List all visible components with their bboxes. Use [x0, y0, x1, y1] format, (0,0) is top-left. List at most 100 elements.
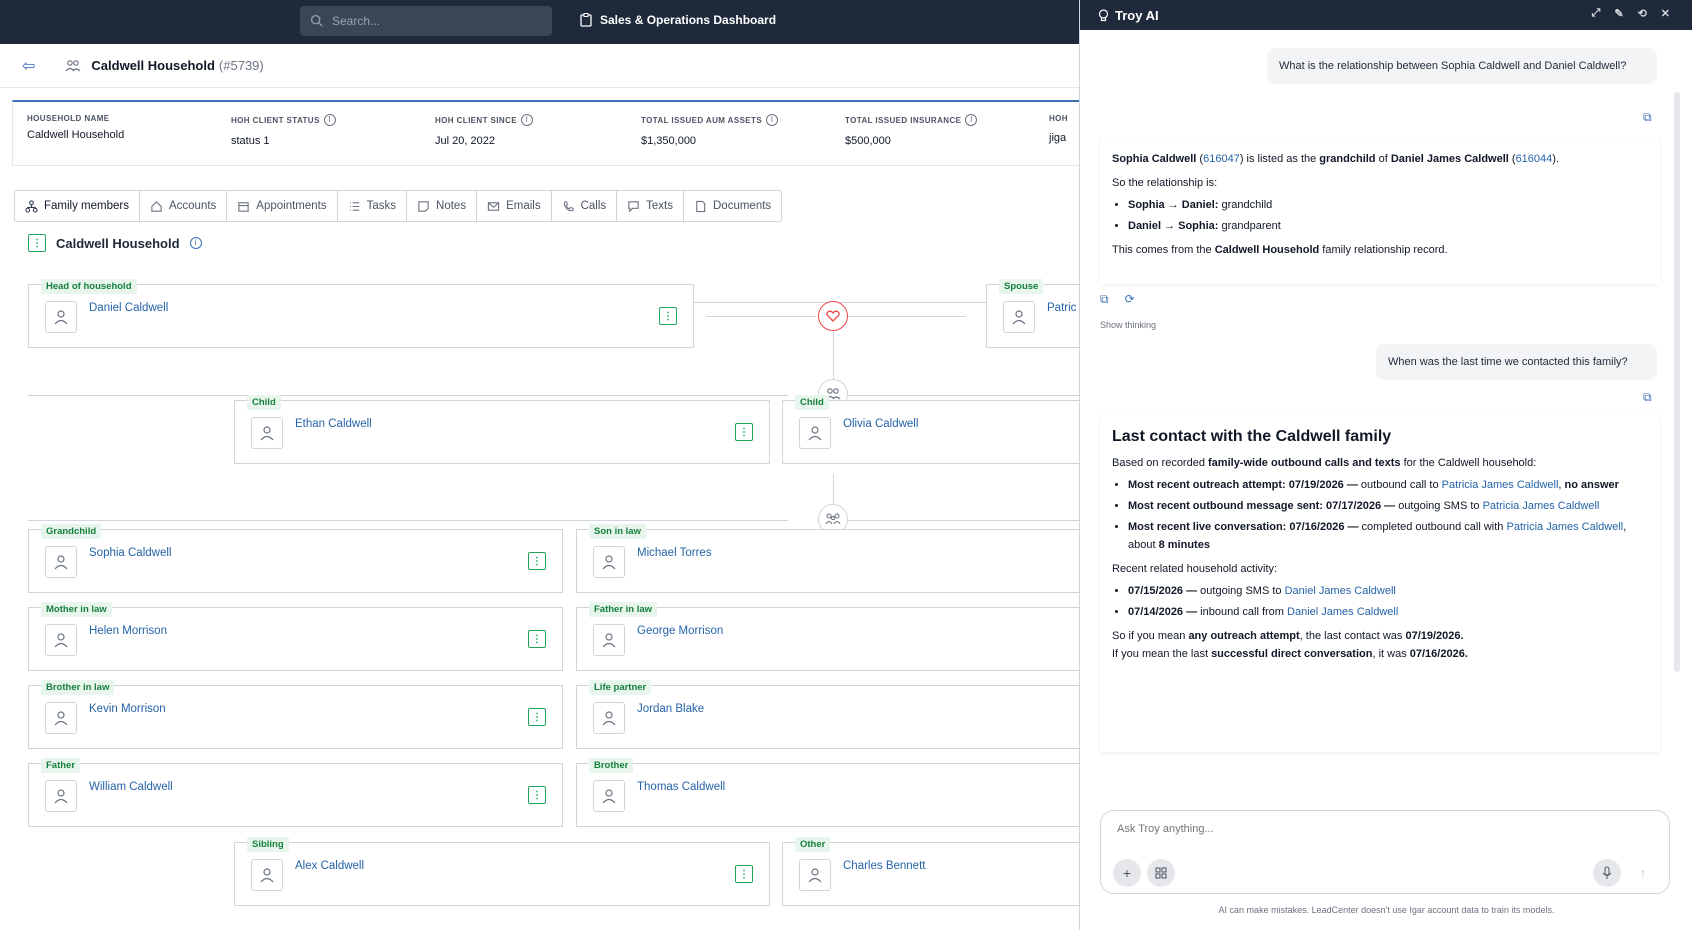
household-summary: Household name Caldwell Household HOH Cl…: [12, 100, 1080, 166]
text: Based on recorded: [1112, 457, 1209, 469]
tab-label: Emails: [506, 200, 541, 212]
person-icon: [799, 417, 831, 449]
member-card-sibling[interactable]: Sibling Alex Caldwell ⋮: [234, 837, 770, 906]
info-icon[interactable]: i: [323, 114, 336, 126]
more-options-icon[interactable]: ⋮: [528, 630, 546, 648]
member-name-link[interactable]: Patric: [1047, 302, 1076, 314]
tab-label: Notes: [436, 200, 467, 212]
add-icon[interactable]: +: [1113, 859, 1141, 887]
member-name-link[interactable]: Helen Morrison: [89, 625, 167, 637]
show-thinking-link[interactable]: Show thinking: [1100, 320, 1156, 330]
copy-icon[interactable]: ⧉: [1643, 390, 1652, 405]
role-tag: Mother in law: [41, 602, 112, 617]
expand-icon[interactable]: ⤢: [1592, 7, 1601, 20]
member-card-mother-in-law[interactable]: Mother in law Helen Morrison ⋮: [28, 602, 563, 671]
search-input[interactable]: Search...: [300, 6, 552, 36]
tab-family-members[interactable]: Family members: [15, 191, 140, 221]
tab-documents[interactable]: Documents: [684, 191, 781, 221]
edit-icon[interactable]: ✎: [1614, 7, 1623, 20]
member-card-hoh[interactable]: Head of household Daniel Caldwell ⋮: [28, 279, 694, 348]
member-name-link[interactable]: George Morrison: [637, 625, 723, 637]
tab-calls[interactable]: Calls: [552, 191, 618, 221]
close-icon[interactable]: ✕: [1661, 7, 1670, 20]
troy-ai-panel: Troy AI ⤢ ✎ ⟲ ✕ What is the relationship…: [1079, 0, 1692, 930]
member-name-link[interactable]: Alex Caldwell: [295, 860, 364, 872]
member-name-link[interactable]: Michael Torres: [637, 547, 712, 559]
bold-text: 07/14/2026 —: [1128, 606, 1198, 618]
tab-tasks[interactable]: Tasks: [338, 191, 408, 221]
user-message: When was the last time we contacted this…: [1376, 344, 1657, 380]
member-card-father-in-law[interactable]: Father in law George Morrison: [576, 602, 1080, 671]
more-options-icon[interactable]: ⋮: [528, 708, 546, 726]
client-id-link[interactable]: 616047: [1203, 153, 1240, 165]
summary-label-text: HOH Client Since: [435, 115, 517, 125]
tab-emails[interactable]: Emails: [477, 191, 552, 221]
contact-link[interactable]: Patricia James Caldwell: [1483, 500, 1600, 512]
tab-notes[interactable]: Notes: [407, 191, 478, 221]
role-tag: Spouse: [999, 279, 1044, 294]
member-name-link[interactable]: Ethan Caldwell: [295, 418, 372, 430]
bold-text: grandchild: [1319, 153, 1376, 165]
regenerate-icon[interactable]: ⟳: [1125, 292, 1135, 307]
back-arrow-icon[interactable]: ⇦: [22, 56, 35, 76]
tab-accounts[interactable]: Accounts: [140, 191, 228, 221]
member-name-link[interactable]: Olivia Caldwell: [843, 418, 918, 430]
more-options-icon[interactable]: ⋮: [528, 552, 546, 570]
contact-link[interactable]: Patricia James Caldwell: [1442, 479, 1559, 491]
member-card-child[interactable]: Child Ethan Caldwell ⋮: [234, 395, 770, 464]
member-name-link[interactable]: Sophia Caldwell: [89, 547, 171, 559]
bold-text: 07/15/2026 —: [1128, 585, 1198, 597]
more-options-icon[interactable]: ⋮: [659, 307, 677, 325]
member-name-link[interactable]: Charles Bennett: [843, 860, 925, 872]
client-id-link[interactable]: 616044: [1516, 153, 1553, 165]
contact-link[interactable]: Daniel James Caldwell: [1285, 585, 1396, 597]
member-card-spouse[interactable]: Spouse Patric: [986, 279, 1080, 348]
member-card-child[interactable]: Child Olivia Caldwell: [782, 395, 1080, 464]
copy-icon[interactable]: ⧉: [1643, 110, 1652, 125]
member-name-link[interactable]: Kevin Morrison: [89, 703, 166, 715]
member-card-brother[interactable]: Brother Thomas Caldwell: [576, 758, 1080, 827]
search-placeholder: Search...: [332, 14, 381, 28]
chat-input[interactable]: [1117, 823, 1617, 835]
summary-value: jiga: [1049, 132, 1067, 144]
info-icon[interactable]: i: [189, 237, 202, 249]
copy-icon[interactable]: ⧉: [1100, 292, 1109, 307]
send-arrow-icon[interactable]: ↑: [1629, 859, 1657, 887]
tab-texts[interactable]: Texts: [617, 191, 684, 221]
role-tag: Child: [795, 395, 829, 410]
member-card-other[interactable]: Other Charles Bennett: [782, 837, 1080, 906]
contact-link[interactable]: Daniel James Caldwell: [1287, 606, 1398, 618]
contact-link[interactable]: Patricia James Caldwell: [1506, 521, 1623, 533]
tools-grid-icon[interactable]: [1147, 859, 1175, 887]
member-card-grandchild[interactable]: Grandchild Sophia Caldwell ⋮: [28, 524, 563, 593]
tab-appointments[interactable]: Appointments: [227, 191, 338, 221]
more-options-icon[interactable]: ⋮: [735, 865, 753, 883]
bold-text: Sophia → Daniel:: [1128, 199, 1219, 211]
member-name-link[interactable]: Daniel Caldwell: [89, 302, 168, 314]
text: family relationship record.: [1319, 244, 1448, 256]
member-card-father[interactable]: Father William Caldwell ⋮: [28, 758, 563, 827]
more-options-icon[interactable]: ⋮: [528, 786, 546, 804]
info-icon[interactable]: i: [766, 114, 779, 126]
divider: [28, 395, 788, 396]
text: completed outbound call with: [1358, 521, 1507, 533]
more-options-icon[interactable]: ⋮: [28, 234, 46, 252]
text: If you mean the last: [1112, 648, 1212, 660]
scrollbar[interactable]: [1674, 92, 1680, 672]
member-name-link[interactable]: William Caldwell: [89, 781, 173, 793]
member-name-link[interactable]: Jordan Blake: [637, 703, 704, 715]
microphone-icon[interactable]: [1593, 859, 1621, 887]
history-icon[interactable]: ⟲: [1638, 7, 1647, 20]
more-options-icon[interactable]: ⋮: [735, 423, 753, 441]
member-card-son-in-law[interactable]: Son in law Michael Torres: [576, 524, 1080, 593]
member-name-link[interactable]: Thomas Caldwell: [637, 781, 725, 793]
tab-label: Tasks: [366, 200, 397, 212]
member-card-brother-in-law[interactable]: Brother in law Kevin Morrison ⋮: [28, 680, 563, 749]
member-card-life-partner[interactable]: Life partner Jordan Blake: [576, 680, 1080, 749]
summary-label: Total Issued Insurance i: [845, 114, 978, 126]
panel-title: Troy AI: [1115, 7, 1159, 23]
info-icon[interactable]: i: [965, 114, 978, 126]
dashboard-title[interactable]: Sales & Operations Dashboard: [580, 13, 776, 27]
role-tag: Life partner: [589, 680, 652, 695]
info-icon[interactable]: i: [520, 114, 533, 126]
